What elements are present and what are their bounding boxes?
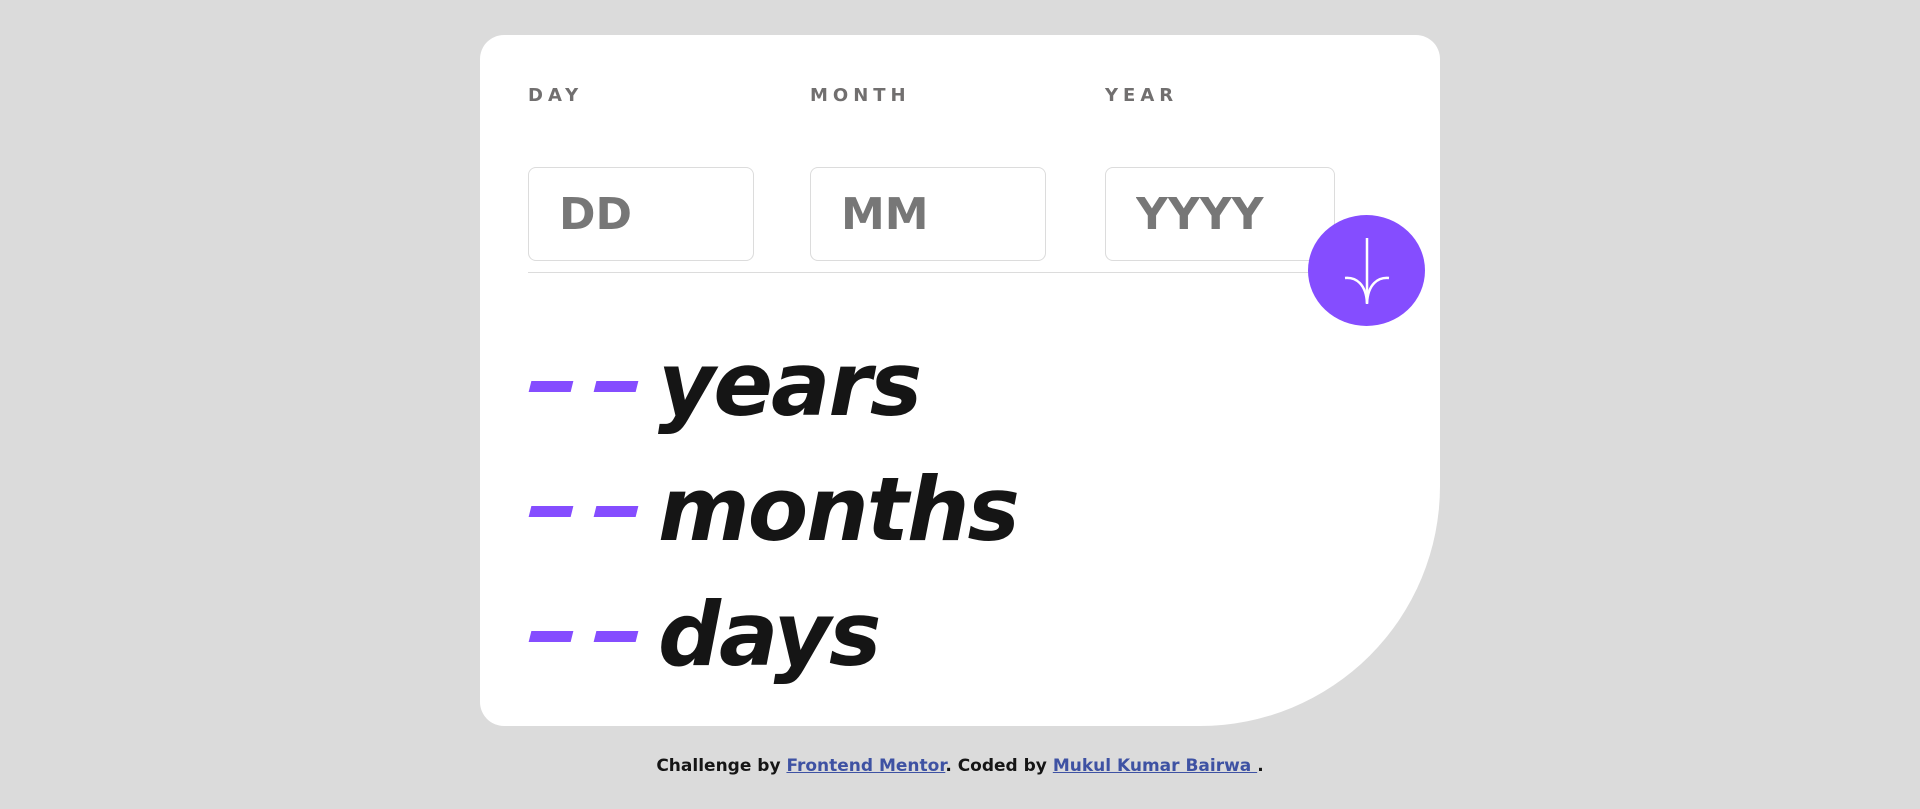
months-unit: months bbox=[658, 458, 1020, 561]
years-unit: years bbox=[658, 333, 922, 436]
month-field: Month bbox=[810, 85, 1046, 261]
submit-button[interactable] bbox=[1308, 215, 1425, 326]
year-label: Year bbox=[1105, 85, 1179, 106]
month-input[interactable] bbox=[810, 167, 1046, 261]
author-link[interactable]: Mukul Kumar Bairwa bbox=[1053, 756, 1257, 776]
year-field: Year bbox=[1105, 85, 1335, 261]
attribution-footer: Challenge by Frontend Mentor. Coded by M… bbox=[0, 756, 1920, 776]
days-unit: days bbox=[658, 583, 881, 686]
arrow-down-icon bbox=[1344, 237, 1389, 304]
attribution-middle: . Coded by bbox=[945, 756, 1053, 776]
age-calculator-card: Day Month Year -- years -- months -- bbox=[480, 35, 1440, 726]
attribution-suffix: . bbox=[1257, 756, 1264, 776]
day-label: Day bbox=[528, 85, 584, 106]
frontend-mentor-link[interactable]: Frontend Mentor bbox=[786, 756, 945, 776]
days-value: -- bbox=[528, 580, 658, 690]
attribution-prefix: Challenge by bbox=[656, 756, 787, 776]
years-value: -- bbox=[528, 330, 658, 440]
day-field: Day bbox=[528, 85, 754, 261]
result-months-row: -- months bbox=[528, 455, 1020, 565]
months-value: -- bbox=[528, 455, 658, 565]
month-label: Month bbox=[810, 85, 911, 106]
result-days-row: -- days bbox=[528, 580, 881, 690]
divider bbox=[528, 272, 1358, 273]
year-input[interactable] bbox=[1105, 167, 1335, 261]
day-input[interactable] bbox=[528, 167, 754, 261]
result-years-row: -- years bbox=[528, 330, 922, 440]
